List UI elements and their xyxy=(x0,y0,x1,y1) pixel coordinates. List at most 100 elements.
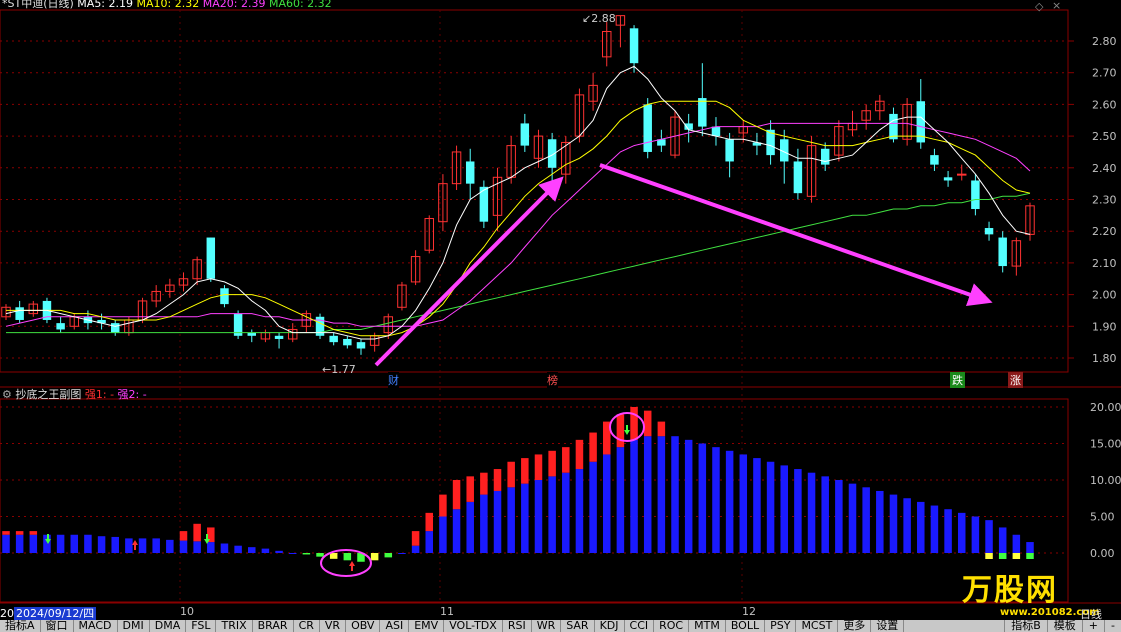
tab-1[interactable]: 窗口 xyxy=(41,620,74,632)
indicator-bar xyxy=(288,553,297,554)
tab-8[interactable]: CR xyxy=(294,620,320,632)
candle xyxy=(15,307,24,320)
indicator-bar xyxy=(1026,542,1034,553)
tab-21[interactable]: BOLL xyxy=(726,620,766,632)
price-tick-label: 2.20 xyxy=(1092,225,1117,238)
indicator-bar xyxy=(780,465,788,553)
indicator-bar xyxy=(712,447,720,553)
event-tag-up[interactable]: 涨 xyxy=(1008,372,1023,388)
tab-14[interactable]: RSI xyxy=(503,620,532,632)
high-price-marker: ↙2.88 xyxy=(582,12,616,25)
tab-16[interactable]: SAR xyxy=(561,620,595,632)
date-badge: 20 2024/09/12/四 xyxy=(0,605,97,621)
candle xyxy=(520,123,530,146)
x-label-oct: 10 xyxy=(180,605,194,618)
indicator-bar xyxy=(1012,534,1021,553)
indicator-bar-end xyxy=(985,553,993,559)
candle xyxy=(356,342,366,349)
tab-17[interactable]: KDJ xyxy=(595,620,625,632)
indicator-bar xyxy=(493,490,502,553)
indicator-bar xyxy=(739,454,748,553)
indicator-bar xyxy=(261,548,270,553)
candle xyxy=(930,155,939,165)
indicator-settings-icon[interactable]: ⚙ xyxy=(2,388,12,401)
tab-23[interactable]: MCST xyxy=(796,620,839,632)
indicator-bar xyxy=(998,527,1007,553)
indicator-red-bar xyxy=(15,531,24,535)
indicator-red-bar xyxy=(2,531,10,535)
right-tab-1[interactable]: 模板 xyxy=(1046,620,1082,632)
right-tab-2[interactable]: + xyxy=(1081,620,1104,632)
watermark-logo: 万股网 xyxy=(962,573,1058,608)
indicator-red-bar xyxy=(493,469,502,491)
tab-2[interactable]: MACD xyxy=(74,620,118,632)
candle xyxy=(889,113,898,140)
tab-12[interactable]: EMV xyxy=(409,620,445,632)
indicator-red-bar xyxy=(466,476,474,502)
candle xyxy=(984,228,994,235)
tab-11[interactable]: ASI xyxy=(380,620,410,632)
tab-13[interactable]: VOL-TDX xyxy=(444,620,503,632)
candle xyxy=(725,139,734,162)
indicator-bar xyxy=(794,469,802,553)
indicator-bar xyxy=(370,553,379,561)
tab-6[interactable]: TRIX xyxy=(216,620,253,632)
tab-7[interactable]: BRAR xyxy=(253,620,294,632)
indicator-red-bar xyxy=(575,439,584,470)
collapse-icon[interactable]: ◇ xyxy=(1035,0,1043,13)
sell-signal-icon xyxy=(624,425,630,435)
event-tag-down[interactable]: 跌 xyxy=(950,372,965,388)
tab-22[interactable]: PSY xyxy=(765,620,797,632)
indicator-bar xyxy=(138,538,147,553)
indicator-bar xyxy=(534,480,543,553)
candle xyxy=(220,288,229,305)
indicator-bar xyxy=(56,534,65,553)
indicator-red-bar xyxy=(548,450,556,477)
right-tab-0[interactable]: 指标B xyxy=(1004,620,1047,632)
indicator-bar xyxy=(917,501,925,553)
indicator-bar xyxy=(643,436,652,553)
indicator-bar xyxy=(657,436,666,553)
candle xyxy=(629,28,639,64)
strong1-label: 强1: - xyxy=(84,388,115,401)
tab-10[interactable]: OBV xyxy=(346,620,381,632)
tab-15[interactable]: WR xyxy=(532,620,562,632)
tab-5[interactable]: FSL xyxy=(186,620,217,632)
tab-24[interactable]: 更多 xyxy=(838,620,872,632)
trend-arrow-up xyxy=(374,176,564,367)
event-tag-finance[interactable]: 财 xyxy=(388,372,399,388)
price-tick-label: 2.80 xyxy=(1092,35,1117,48)
indicator-bar xyxy=(821,476,829,553)
trend-arrow-down xyxy=(599,163,993,307)
tab-0[interactable]: 指标A xyxy=(0,620,41,632)
indicator-bar xyxy=(70,534,79,553)
indicator-bar xyxy=(944,509,952,553)
window-close-icon[interactable]: × xyxy=(1052,0,1061,12)
indicator-bar xyxy=(725,450,734,553)
tab-9[interactable]: VR xyxy=(320,620,347,632)
indicator-bar xyxy=(97,536,106,553)
tab-3[interactable]: DMI xyxy=(118,620,150,632)
stock-chart[interactable]: 2.80 2.70 2.60 2.50 2.40 2.30 2.20 2.10 2.00 1.90… xyxy=(0,0,1121,632)
indicator-bar xyxy=(152,538,160,553)
x-label-dec: 12 xyxy=(742,605,756,618)
indicator-bar xyxy=(548,476,556,553)
tab-4[interactable]: DMA xyxy=(150,620,187,632)
tab-20[interactable]: MTM xyxy=(689,620,726,632)
indicator-bar xyxy=(862,487,870,553)
right-tab-3[interactable]: - xyxy=(1104,620,1121,632)
indicator-bar xyxy=(207,542,215,553)
indicator-bar xyxy=(275,550,283,553)
stock-name: *ST中迪(日线) xyxy=(2,0,74,10)
indicator-red-bar xyxy=(193,523,201,542)
tab-19[interactable]: ROC xyxy=(654,620,690,632)
event-tag-list[interactable]: 榜 xyxy=(547,372,558,388)
tab-25[interactable]: 设置 xyxy=(871,620,905,632)
tab-18[interactable]: CCI xyxy=(625,620,655,632)
indicator-bar xyxy=(193,541,201,553)
indicator-bar-end xyxy=(1026,553,1034,559)
indicator-bar xyxy=(766,461,775,553)
indicator-bar xyxy=(684,439,693,553)
indicator-bar xyxy=(398,553,406,554)
candle xyxy=(998,237,1007,267)
